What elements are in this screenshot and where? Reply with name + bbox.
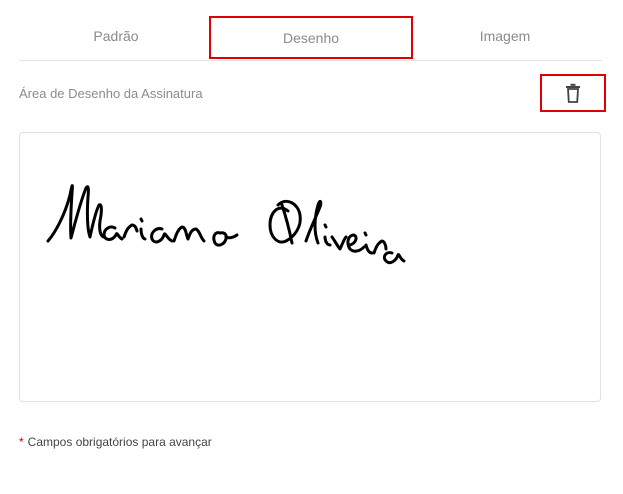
required-fields-note: * Campos obrigatórios para avançar: [19, 435, 212, 449]
clear-signature-button[interactable]: [540, 74, 606, 112]
signature-canvas[interactable]: [19, 132, 601, 402]
required-text: Campos obrigatórios para avançar: [27, 435, 212, 449]
tab-imagem[interactable]: Imagem: [408, 14, 602, 58]
tab-desenho[interactable]: Desenho: [209, 16, 413, 59]
signature-tabs: Padrão Desenho Imagem: [19, 14, 602, 61]
signature-drawing: [46, 184, 406, 265]
trash-icon: [566, 83, 580, 103]
required-asterisk: *: [19, 435, 24, 449]
tab-padrao[interactable]: Padrão: [19, 14, 213, 58]
drawing-area-label: Área de Desenho da Assinatura: [19, 86, 203, 101]
